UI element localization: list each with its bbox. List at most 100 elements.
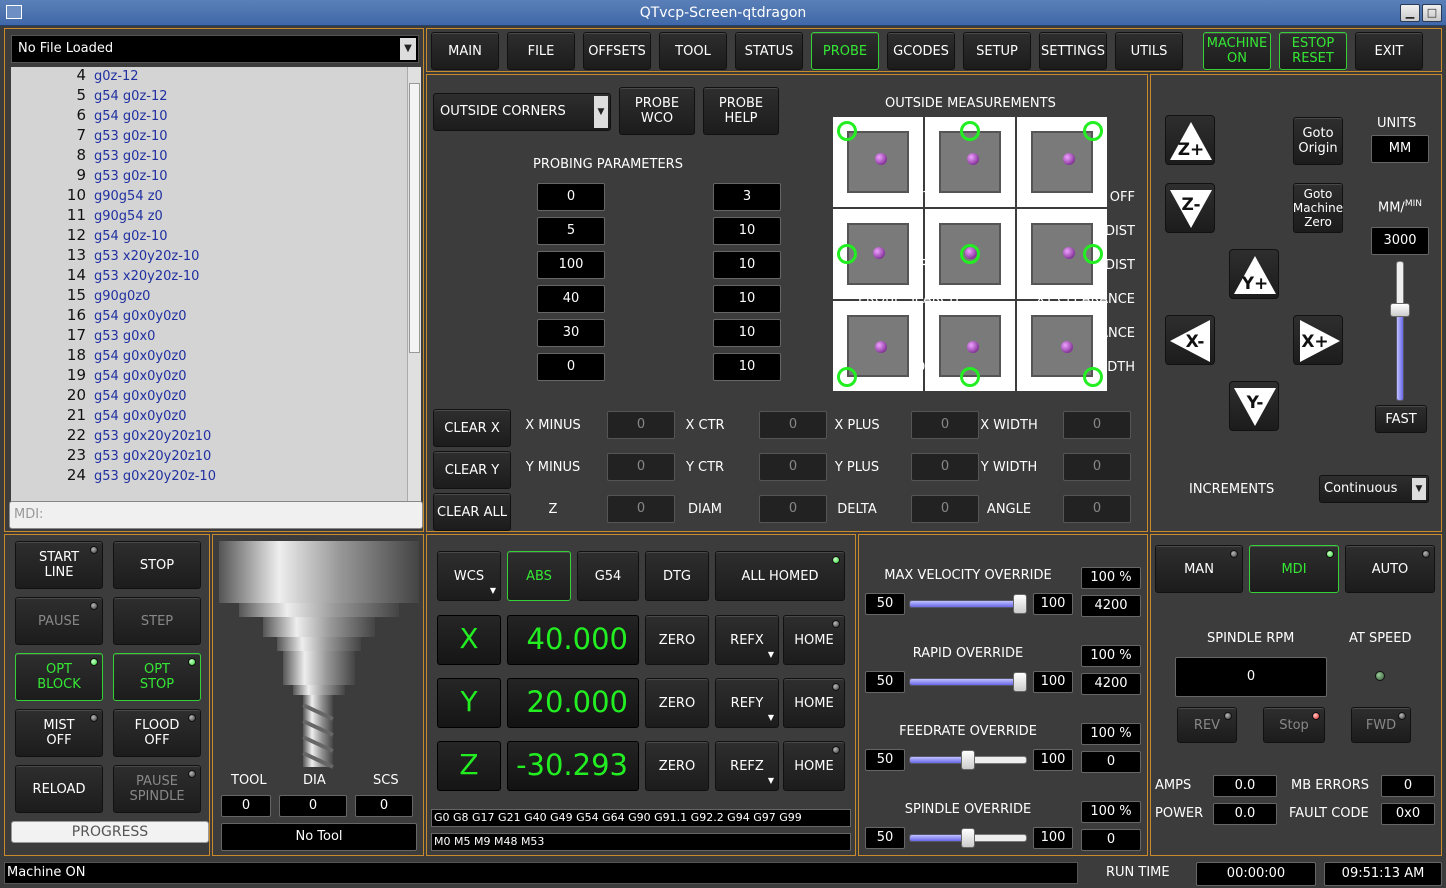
- scroll-thumb[interactable]: [409, 83, 420, 353]
- home-x-button[interactable]: HOME: [783, 615, 845, 665]
- probe-help-button[interactable]: PROBE HELP: [703, 87, 779, 135]
- tab-setup[interactable]: SETUP: [963, 32, 1031, 70]
- override-slider[interactable]: [909, 828, 1027, 848]
- axis-y-button[interactable]: Y: [437, 678, 501, 728]
- g54-button[interactable]: G54: [577, 551, 639, 601]
- zero-z-button[interactable]: ZERO: [645, 741, 709, 791]
- override-slider[interactable]: [909, 594, 1027, 614]
- chevron-down-icon[interactable]: ▼: [400, 38, 416, 60]
- override-knob[interactable]: [961, 750, 975, 770]
- gcode-viewer[interactable]: 4 g0z-12 5 g54 g0z-12 6 g54 g0z-10 7 g53 g0z-10…: [11, 67, 421, 523]
- tab-offsets[interactable]: OFFSETS: [583, 32, 651, 70]
- zero-y-button[interactable]: ZERO: [645, 678, 709, 728]
- file-selector[interactable]: No File Loaded ▼: [11, 35, 419, 63]
- gcode-line[interactable]: 4 g0z-12: [11, 67, 138, 85]
- chevron-down-icon[interactable]: ▼: [1412, 478, 1426, 500]
- pause-spindle-button[interactable]: PAUSE SPINDLE: [113, 765, 201, 813]
- jog-y-minus-button[interactable]: Y-: [1229, 381, 1279, 431]
- gcode-line[interactable]: 22 g53 g0x20y20z10: [11, 425, 211, 445]
- override-slider[interactable]: [909, 672, 1027, 692]
- wcs-button[interactable]: WCS ▼: [437, 551, 501, 601]
- all-homed-button[interactable]: ALL HOMED: [715, 551, 845, 601]
- chevron-down-icon[interactable]: ▼: [594, 96, 608, 128]
- jog-x-plus-button[interactable]: X+: [1293, 315, 1343, 365]
- gcode-line[interactable]: 18 g54 g0x0y0z0: [11, 345, 187, 365]
- override-knob[interactable]: [1013, 594, 1027, 614]
- probe-param-input[interactable]: 0: [537, 353, 605, 381]
- ref-y-button[interactable]: REFY ▼: [715, 678, 779, 728]
- gcode-line[interactable]: 6 g54 g0z-10: [11, 105, 167, 125]
- ref-x-button[interactable]: REFX ▼: [715, 615, 779, 665]
- gcode-line[interactable]: 12 g54 g0z-10: [11, 225, 168, 245]
- reload-button[interactable]: RELOAD: [15, 765, 103, 813]
- tab-probe[interactable]: PROBE: [811, 32, 879, 70]
- probe-param-input[interactable]: 10: [713, 353, 781, 381]
- tab-settings[interactable]: SETTINGS: [1039, 32, 1107, 70]
- probe-cell[interactable]: [833, 117, 923, 207]
- gcode-line[interactable]: 19 g54 g0x0y0z0: [11, 365, 187, 385]
- gcode-line[interactable]: 8 g53 g0z-10: [11, 145, 167, 165]
- tab-utils[interactable]: UTILS: [1115, 32, 1183, 70]
- jog-z-minus-button[interactable]: Z-: [1165, 183, 1215, 233]
- spindle-stop-button[interactable]: Stop: [1263, 707, 1325, 743]
- probe-mode-select[interactable]: OUTSIDE CORNERS ▼: [433, 93, 611, 131]
- tab-gcodes[interactable]: GCODES: [887, 32, 955, 70]
- probe-param-input[interactable]: 30: [537, 319, 605, 347]
- gcode-line[interactable]: 14 g53 x20y20z-10: [11, 265, 200, 285]
- probe-param-input[interactable]: 10: [713, 285, 781, 313]
- axis-z-button[interactable]: Z: [437, 741, 501, 791]
- step-button[interactable]: STEP: [113, 597, 201, 645]
- gcode-line[interactable]: 20 g54 g0x0y0z0: [11, 385, 187, 405]
- probe-param-input[interactable]: 3: [713, 183, 781, 211]
- gcode-line[interactable]: 11 g90g54 z0: [11, 205, 163, 225]
- gcode-line[interactable]: 24 g53 g0x20y20z-10: [11, 465, 216, 485]
- clear-y-button[interactable]: CLEAR Y: [433, 451, 511, 489]
- tab-status[interactable]: STATUS: [735, 32, 803, 70]
- probe-cell[interactable]: [833, 301, 923, 391]
- override-slider[interactable]: [909, 750, 1027, 770]
- override-knob[interactable]: [1013, 672, 1027, 692]
- gcode-line[interactable]: 21 g54 g0x0y0z0: [11, 405, 187, 425]
- opt-block-button[interactable]: OPT BLOCK: [15, 653, 103, 701]
- gcode-line[interactable]: 7 g53 g0z-10: [11, 125, 167, 145]
- estop-reset-button[interactable]: ESTOP RESET: [1279, 32, 1347, 70]
- stop-button[interactable]: STOP: [113, 541, 201, 589]
- gcode-line[interactable]: 15 g90g0z0: [11, 285, 151, 305]
- opt-stop-button[interactable]: OPT STOP: [113, 653, 201, 701]
- window-menu-icon[interactable]: [6, 5, 22, 19]
- override-knob[interactable]: [961, 828, 975, 848]
- spindle-rev-button[interactable]: REV: [1177, 707, 1237, 743]
- maximize-button[interactable]: □: [1422, 4, 1442, 22]
- probe-param-input[interactable]: 100: [537, 251, 605, 279]
- tab-file[interactable]: FILE: [507, 32, 575, 70]
- probe-cell[interactable]: [833, 209, 923, 299]
- machine-on-button[interactable]: MACHINE ON: [1203, 32, 1271, 70]
- probe-param-input[interactable]: 10: [713, 217, 781, 245]
- pause-button[interactable]: PAUSE: [15, 597, 103, 645]
- mist-button[interactable]: MIST OFF: [15, 709, 103, 757]
- jog-z-plus-button[interactable]: Z+: [1165, 115, 1215, 165]
- probe-param-input[interactable]: 0: [537, 183, 605, 211]
- probe-cell[interactable]: [925, 117, 1015, 207]
- gcode-line[interactable]: 16 g54 g0x0y0z0: [11, 305, 187, 325]
- spindle-fwd-button[interactable]: FWD: [1351, 707, 1411, 743]
- increments-select[interactable]: Continuous ▼: [1319, 475, 1429, 503]
- clear-all-button[interactable]: CLEAR ALL: [433, 493, 511, 531]
- exit-button[interactable]: EXIT: [1355, 32, 1423, 70]
- gcode-line[interactable]: 9 g53 g0z-10: [11, 165, 167, 185]
- zero-x-button[interactable]: ZERO: [645, 615, 709, 665]
- mdi-input[interactable]: MDI:: [9, 501, 423, 529]
- probe-param-input[interactable]: 10: [713, 251, 781, 279]
- probe-param-input[interactable]: 10: [713, 319, 781, 347]
- probe-param-input[interactable]: 40: [537, 285, 605, 313]
- jog-x-minus-button[interactable]: X-: [1165, 315, 1215, 365]
- tab-main[interactable]: MAIN: [431, 32, 499, 70]
- goto-machine-zero-button[interactable]: Goto Machine Zero: [1293, 183, 1343, 233]
- start-line-button[interactable]: START LINE: [15, 541, 103, 589]
- probe-cell[interactable]: [925, 209, 1015, 299]
- home-z-button[interactable]: HOME: [783, 741, 845, 791]
- mode-man-button[interactable]: MAN: [1155, 545, 1243, 593]
- abs-button[interactable]: ABS: [507, 551, 571, 601]
- probe-cell[interactable]: [1017, 117, 1107, 207]
- clear-x-button[interactable]: CLEAR X: [433, 409, 511, 447]
